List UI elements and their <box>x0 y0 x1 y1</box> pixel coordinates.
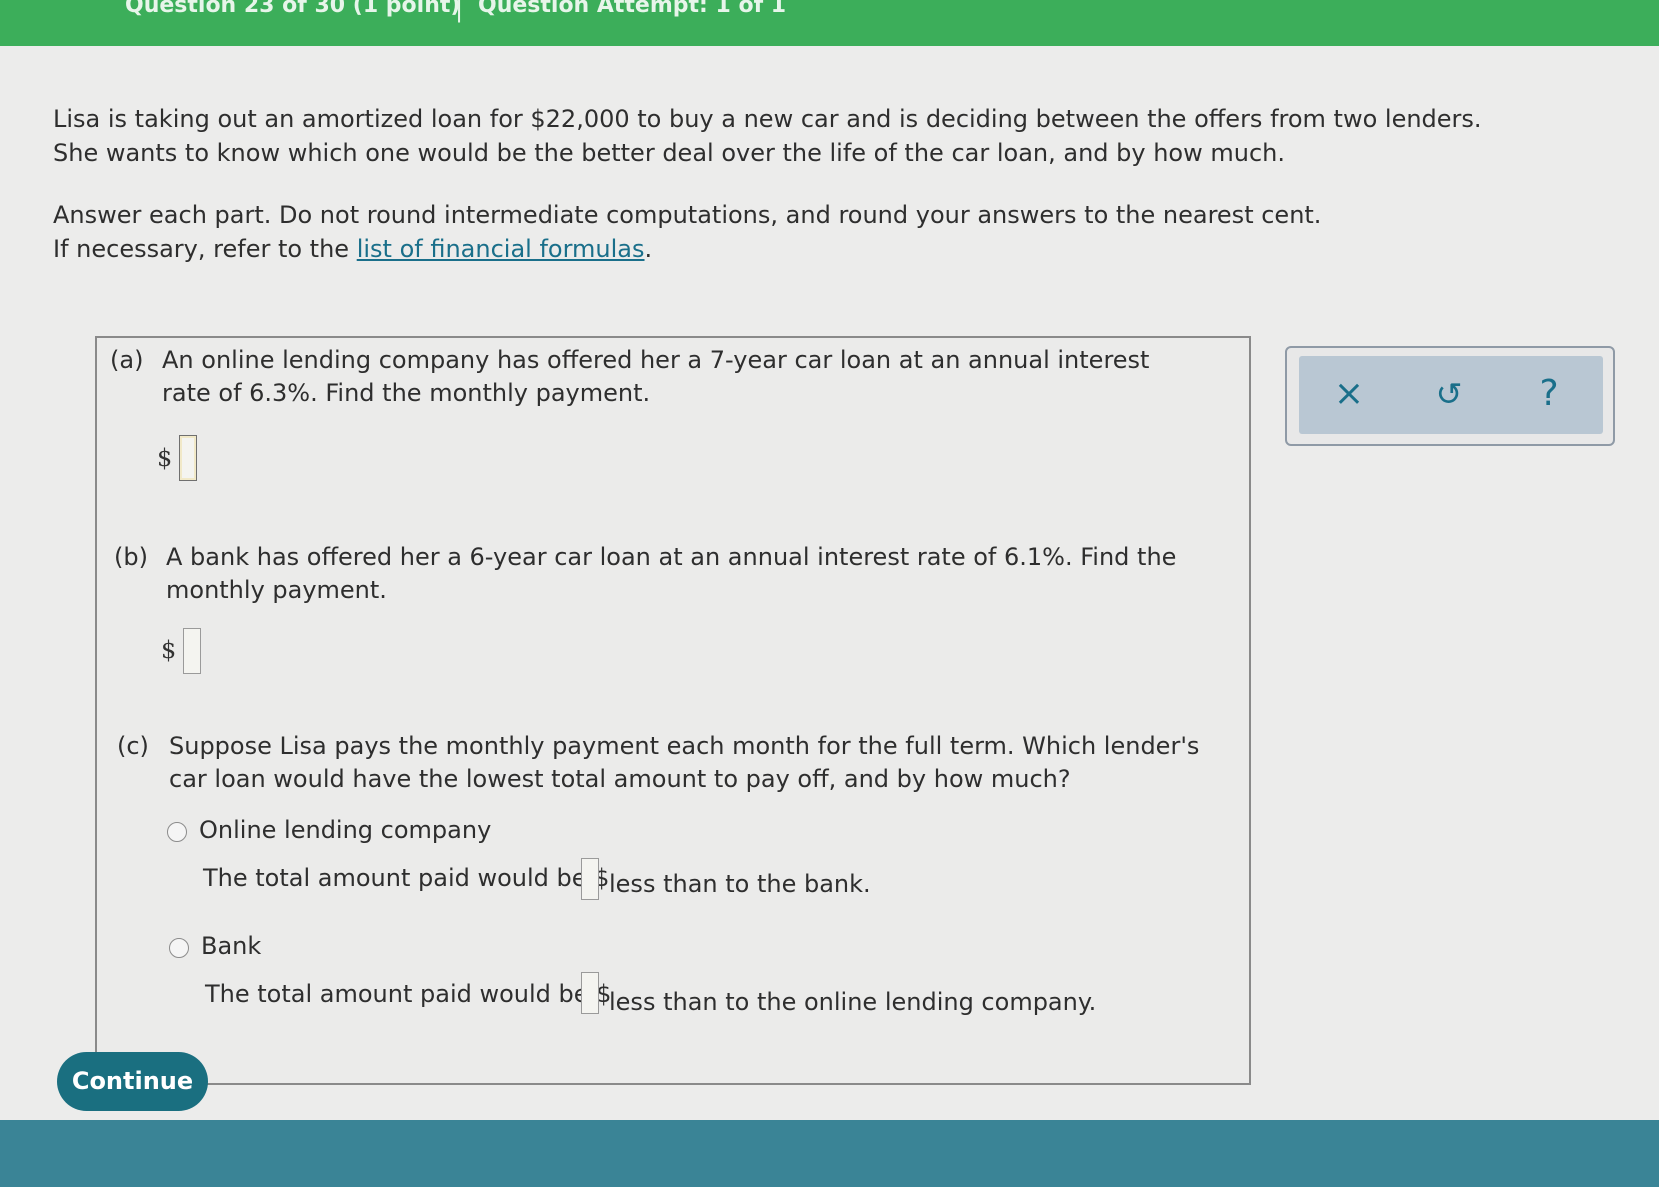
instructions: Answer each part. Do not round intermedi… <box>53 198 1573 266</box>
help-icon[interactable]: ? <box>1529 374 1569 414</box>
part-a-answer-input[interactable] <box>179 435 197 481</box>
problem-line-2: She wants to know which one would be the… <box>53 139 1285 167</box>
instructions-line-1: Answer each part. Do not round intermedi… <box>53 201 1322 229</box>
financial-formulas-link[interactable]: list of financial formulas <box>357 235 645 263</box>
option-online-lending-radio[interactable] <box>167 822 187 842</box>
option1-amount-input[interactable] <box>581 858 599 900</box>
part-a-label: (a) <box>110 346 144 374</box>
question-area: Lisa is taking out an amortized loan for… <box>0 46 1659 1187</box>
instructions-prefix: If necessary, refer to the <box>53 235 357 263</box>
option2-sentence-suffix: less than to the online lending company. <box>609 988 1097 1016</box>
question-info: Question 23 of 30 (1 point) <box>125 0 461 18</box>
part-a-text: An online lending company has offered he… <box>162 346 1150 407</box>
part-b-text: A bank has offered her a 6-year car loan… <box>166 543 1177 604</box>
attempt-info: Question Attempt: 1 of 1 <box>478 0 787 18</box>
answer-tools-panel: × ↺ ? <box>1285 346 1615 446</box>
question-box: (a) An online lending company has offere… <box>95 336 1251 1085</box>
option2-sentence-prefix: The total amount paid would be $ <box>205 980 612 1008</box>
problem-line-1: Lisa is taking out an amortized loan for… <box>53 105 1482 133</box>
clear-icon[interactable]: × <box>1329 374 1369 414</box>
part-b-label: (b) <box>114 543 148 571</box>
part-c-label: (c) <box>117 732 149 760</box>
continue-button[interactable]: Continue <box>57 1052 208 1111</box>
part-a-dollar-sign: $ <box>157 444 173 472</box>
option1-sentence-prefix: The total amount paid would be $ <box>203 864 610 892</box>
option-bank-label[interactable]: Bank <box>201 932 261 960</box>
part-b-dollar-sign: $ <box>161 636 177 664</box>
part-b-answer-input[interactable] <box>183 628 201 674</box>
undo-icon[interactable]: ↺ <box>1429 374 1469 414</box>
header-separator: | <box>455 0 464 23</box>
part-c-text: Suppose Lisa pays the monthly payment ea… <box>169 732 1200 793</box>
option-online-lending-label[interactable]: Online lending company <box>199 816 491 844</box>
instructions-line-2: If necessary, refer to the list of finan… <box>53 232 1573 266</box>
instructions-suffix: . <box>644 235 653 263</box>
option1-sentence-suffix: less than to the bank. <box>609 870 871 898</box>
problem-statement: Lisa is taking out an amortized loan for… <box>53 102 1573 170</box>
option2-amount-input[interactable] <box>581 972 599 1014</box>
answer-tools-bar: × ↺ ? <box>1299 356 1603 434</box>
option-bank-radio[interactable] <box>169 938 189 958</box>
header-bar: Question 23 of 30 (1 point) | Question A… <box>0 0 1659 46</box>
footer-bar <box>0 1120 1659 1187</box>
